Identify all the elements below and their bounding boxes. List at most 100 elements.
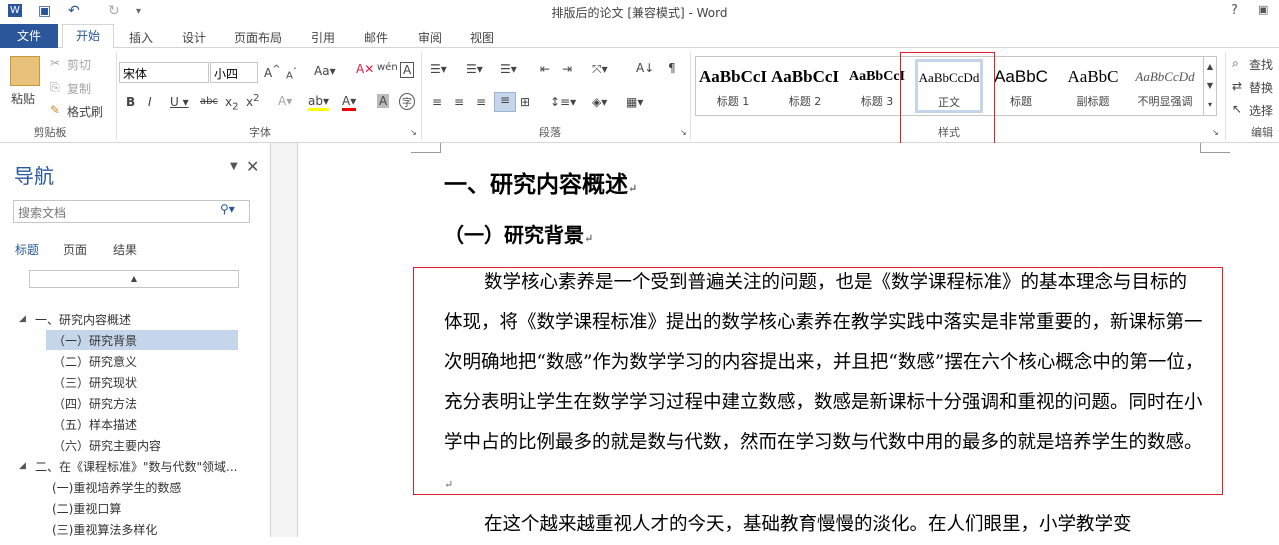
- styles-scroll-icon[interactable]: ▲ ▼ ▾: [1203, 57, 1216, 115]
- select-button[interactable]: 选择: [1249, 102, 1273, 119]
- close-icon[interactable]: ✕: [246, 157, 259, 176]
- cut-icon[interactable]: ✂: [50, 56, 60, 70]
- collapse-icon[interactable]: ◢: [19, 461, 26, 471]
- nav-item[interactable]: (三)重视算法多样化: [52, 521, 157, 538]
- numbering-icon[interactable]: ☰▾: [466, 62, 483, 76]
- enclose-characters-icon[interactable]: 字: [399, 93, 415, 110]
- style-subtle-emphasis[interactable]: AaBbCcDd 不明显强调: [1131, 61, 1199, 109]
- text-effects-icon[interactable]: A▾: [278, 94, 292, 108]
- tab-design[interactable]: 设计: [182, 29, 206, 46]
- distributed-icon[interactable]: ⊞: [520, 95, 530, 109]
- nav-tab-headings[interactable]: 标题: [15, 241, 39, 258]
- font-color-icon[interactable]: A▾: [342, 94, 357, 111]
- nav-item[interactable]: (一)重视培养学生的数感: [52, 479, 181, 496]
- style-title[interactable]: AaBbC 标题: [987, 61, 1055, 109]
- superscript-icon[interactable]: x2: [246, 93, 259, 109]
- nav-item[interactable]: 一、研究内容概述: [35, 311, 131, 328]
- grow-font-icon[interactable]: A^: [264, 64, 281, 80]
- nav-item[interactable]: （五）样本描述: [53, 416, 137, 433]
- align-left-icon[interactable]: ≡: [432, 95, 442, 109]
- show-marks-icon[interactable]: ¶: [668, 61, 676, 75]
- title-bar: W ▣ ↶ ↻ ▾ 排版后的论文 [兼容模式] - Word ? ▣: [0, 0, 1279, 24]
- collapse-icon[interactable]: ◢: [19, 314, 26, 324]
- subscript-icon[interactable]: x2: [225, 95, 238, 112]
- shading-icon[interactable]: ◈▾: [592, 95, 607, 109]
- style-preview: AaBbCcI: [699, 67, 767, 86]
- tab-home[interactable]: 开始: [62, 24, 114, 49]
- line-spacing-icon[interactable]: ↕≡▾: [550, 95, 576, 109]
- replace-icon[interactable]: ⇄: [1232, 79, 1242, 93]
- nav-tab-results[interactable]: 结果: [113, 241, 137, 258]
- search-icon[interactable]: ⚲▾: [220, 202, 235, 216]
- paragraph-group-label: 段落: [539, 126, 561, 139]
- clear-formatting-icon[interactable]: A✕: [356, 62, 374, 76]
- find-button[interactable]: 查找: [1249, 56, 1273, 73]
- style-name: 标题 2: [788, 95, 822, 108]
- style-heading2[interactable]: AaBbCcI 标题 2: [771, 61, 839, 109]
- nav-item-selected[interactable]: （一）研究背景: [53, 332, 137, 349]
- ribbon-display-icon[interactable]: ▣: [1258, 3, 1268, 16]
- nav-item[interactable]: （四）研究方法: [53, 395, 137, 412]
- character-shading-icon[interactable]: A: [377, 94, 390, 108]
- nav-item[interactable]: (二)重视口算: [52, 500, 121, 517]
- cut-button[interactable]: 剪切: [67, 56, 91, 73]
- borders-icon[interactable]: ▦▾: [626, 95, 643, 109]
- format-painter-icon[interactable]: ✎: [50, 103, 60, 117]
- increase-indent-icon[interactable]: ⇥: [562, 62, 572, 76]
- paste-button[interactable]: 粘贴: [11, 90, 35, 107]
- style-subtitle[interactable]: AaBbC 副标题: [1059, 61, 1127, 109]
- copy-button[interactable]: 复制: [67, 80, 91, 97]
- nav-options-icon[interactable]: ▼: [230, 161, 238, 172]
- tab-mailings[interactable]: 邮件: [364, 29, 388, 46]
- paste-icon[interactable]: [10, 56, 40, 86]
- tab-insert[interactable]: 插入: [129, 29, 153, 46]
- align-right-icon[interactable]: ≡: [476, 95, 486, 109]
- phonetic-guide-icon[interactable]: wén: [377, 62, 398, 73]
- style-heading1[interactable]: AaBbCcI 标题 1: [699, 61, 767, 109]
- chinese-layout-icon[interactable]: ⤧▾: [592, 62, 608, 77]
- heading-2: （一）研究背景↵: [444, 223, 594, 247]
- change-case-icon[interactable]: Aa▾: [314, 64, 336, 78]
- paragraph-2: 在这个越来越重视人才的今天，基础教育慢慢的淡化。在人们眼里，小学教学变: [484, 514, 1132, 535]
- nav-item[interactable]: 二、在《课程标准》"数与代数"领域...: [35, 458, 237, 475]
- decrease-indent-icon[interactable]: ⇤: [540, 62, 550, 76]
- margin-marker: [1200, 143, 1230, 153]
- tab-layout[interactable]: 页面布局: [234, 29, 282, 46]
- paragraph-dialog-icon[interactable]: ↘: [680, 128, 687, 137]
- strikethrough-icon[interactable]: abc: [200, 96, 218, 107]
- underline-icon[interactable]: U ▾: [170, 95, 189, 109]
- bold-icon[interactable]: B: [126, 95, 135, 109]
- format-painter-button[interactable]: 格式刷: [67, 103, 103, 120]
- character-border-icon[interactable]: A: [400, 62, 415, 78]
- styles-dialog-icon[interactable]: ↘: [1212, 128, 1219, 137]
- shrink-font-icon[interactable]: Aˇ: [286, 66, 297, 81]
- nav-item[interactable]: （六）研究主要内容: [53, 437, 161, 454]
- font-name-select[interactable]: 宋体: [119, 62, 209, 83]
- nav-scroll-up-button[interactable]: ▲: [29, 270, 239, 288]
- tab-file[interactable]: 文件: [0, 24, 58, 48]
- font-dialog-icon[interactable]: ↘: [410, 128, 417, 137]
- justify-icon[interactable]: ≡: [494, 92, 516, 112]
- bullets-icon[interactable]: ☰▾: [430, 62, 447, 76]
- copy-icon[interactable]: ⎘: [50, 80, 60, 95]
- italic-icon[interactable]: I: [148, 95, 152, 109]
- font-size-select[interactable]: 小四: [210, 62, 258, 83]
- help-button[interactable]: ?: [1231, 3, 1238, 18]
- sort-icon[interactable]: A↓: [636, 61, 654, 75]
- find-icon[interactable]: ⌕: [1232, 56, 1239, 71]
- tab-view[interactable]: 视图: [470, 29, 494, 46]
- tab-review[interactable]: 审阅: [418, 29, 442, 46]
- highlight-color-icon[interactable]: ab▾: [308, 94, 329, 111]
- multilevel-list-icon[interactable]: ☰▾: [500, 62, 517, 76]
- align-center-icon[interactable]: ≡: [454, 95, 464, 109]
- style-preview: AaBbCcDd: [1135, 69, 1195, 84]
- tab-references[interactable]: 引用: [311, 29, 335, 46]
- divider: [421, 52, 422, 140]
- nav-scrollbar[interactable]: [270, 143, 298, 537]
- nav-tab-pages[interactable]: 页面: [63, 241, 87, 258]
- nav-item[interactable]: （三）研究现状: [53, 374, 137, 391]
- search-input[interactable]: 搜索文档: [13, 200, 250, 223]
- select-icon[interactable]: ↖: [1232, 102, 1242, 116]
- replace-button[interactable]: 替换: [1249, 79, 1273, 96]
- nav-item[interactable]: （二）研究意义: [53, 353, 137, 370]
